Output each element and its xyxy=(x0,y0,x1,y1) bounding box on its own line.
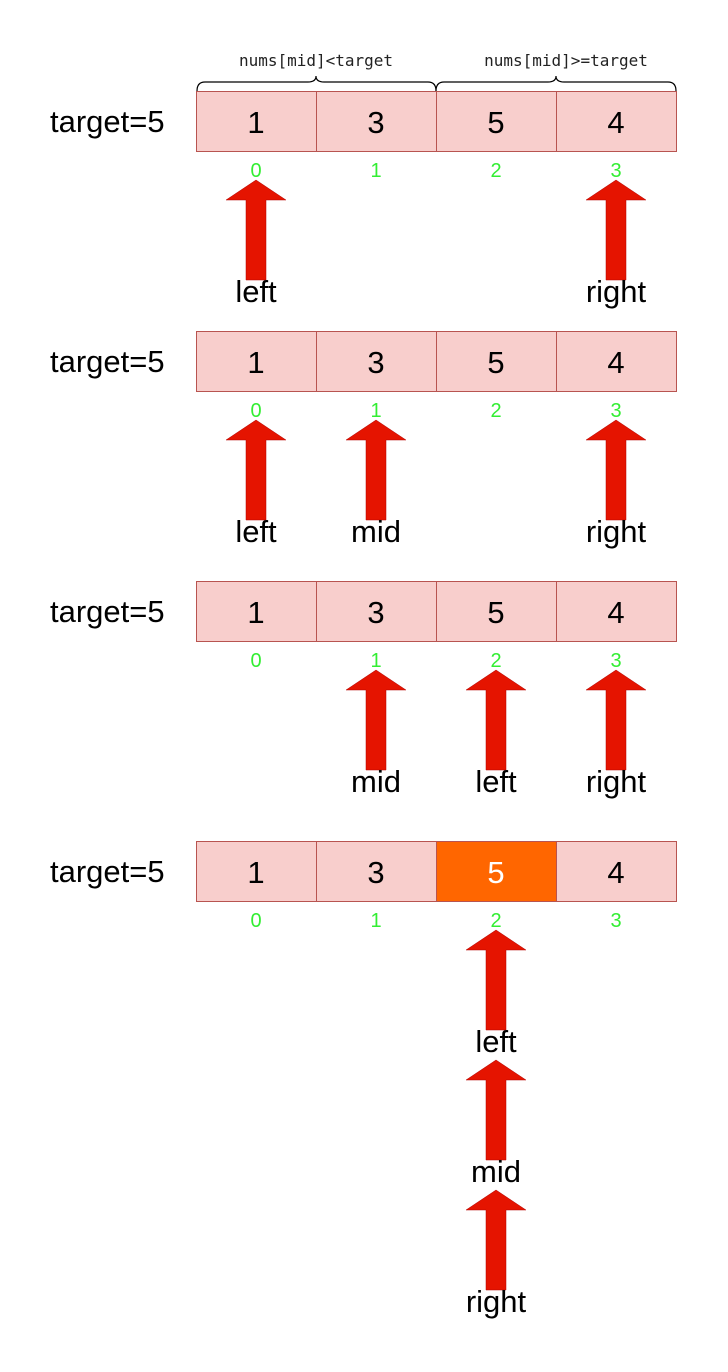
condition-less-than-label: nums[mid]<target xyxy=(239,51,393,70)
index-label: 3 xyxy=(610,650,621,672)
pointer-label-right: right xyxy=(466,1284,527,1319)
pointer-arrow-mid xyxy=(345,419,407,521)
cell-value: 1 xyxy=(247,595,264,630)
cell-value: 3 xyxy=(367,345,384,380)
condition-braces: nums[mid]<target nums[mid]>=target xyxy=(196,51,677,92)
condition-greater-equal-label: nums[mid]>=target xyxy=(484,51,648,70)
pointer-label-left: left xyxy=(235,274,277,309)
pointer-arrow-mid xyxy=(345,669,407,771)
step-1: target=5 1 0 3 1 5 2 4 3 left right xyxy=(50,91,677,309)
pointer-arrow-right xyxy=(465,1189,527,1291)
cell-value: 3 xyxy=(367,855,384,890)
brace-right xyxy=(435,75,677,92)
pointer-label-left: left xyxy=(475,1024,517,1059)
target-label: target=5 xyxy=(50,344,165,379)
cell-value: 3 xyxy=(367,595,384,630)
index-label: 2 xyxy=(490,160,501,182)
pointer-arrow-left xyxy=(225,419,287,521)
step-3: target=5 1 0 3 1 5 2 4 3 mid left right xyxy=(50,581,677,799)
pointer-label-right: right xyxy=(586,274,647,309)
pointer-arrow-left xyxy=(465,669,527,771)
index-label: 0 xyxy=(250,400,261,422)
cell-value: 5 xyxy=(487,345,504,380)
index-label: 1 xyxy=(370,160,381,182)
pointer-label-mid: mid xyxy=(351,514,401,549)
pointer-label-right: right xyxy=(586,514,647,549)
target-label: target=5 xyxy=(50,594,165,629)
index-label: 2 xyxy=(490,650,501,672)
pointer-label-left: left xyxy=(475,764,517,799)
cell-value: 1 xyxy=(247,855,264,890)
index-label: 2 xyxy=(490,910,501,932)
cell-value: 4 xyxy=(607,105,624,140)
index-label: 2 xyxy=(490,400,501,422)
cell-value: 4 xyxy=(607,595,624,630)
pointer-arrow-mid xyxy=(465,1059,527,1161)
index-label: 3 xyxy=(610,910,621,932)
target-label: target=5 xyxy=(50,854,165,889)
index-label: 3 xyxy=(610,400,621,422)
pointer-label-mid: mid xyxy=(351,764,401,799)
cell-value: 5 xyxy=(487,105,504,140)
index-label: 0 xyxy=(250,650,261,672)
cell-value: 5 xyxy=(487,855,504,890)
step-2: target=5 1 0 3 1 5 2 4 3 left mid right xyxy=(50,331,677,549)
target-label: target=5 xyxy=(50,104,165,139)
pointer-label-right: right xyxy=(586,764,647,799)
cell-value: 1 xyxy=(247,105,264,140)
cell-value: 4 xyxy=(607,345,624,380)
index-label: 0 xyxy=(250,160,261,182)
binary-search-diagram: nums[mid]<target nums[mid]>=target targe… xyxy=(50,51,677,1319)
pointer-arrow-right xyxy=(585,419,647,521)
index-label: 1 xyxy=(370,910,381,932)
pointer-arrow-right xyxy=(585,669,647,771)
cell-value: 4 xyxy=(607,855,624,890)
pointer-label-mid: mid xyxy=(471,1154,521,1189)
index-label: 3 xyxy=(610,160,621,182)
pointer-label-left: left xyxy=(235,514,277,549)
index-label: 0 xyxy=(250,910,261,932)
pointer-arrow-left xyxy=(465,929,527,1031)
cell-value: 3 xyxy=(367,105,384,140)
pointer-arrow-right xyxy=(585,179,647,281)
brace-left xyxy=(196,75,437,92)
step-4: target=5 1 0 3 1 5 2 4 3 left mid right xyxy=(50,841,677,1319)
pointer-arrow-left xyxy=(225,179,287,281)
index-label: 1 xyxy=(370,650,381,672)
index-label: 1 xyxy=(370,400,381,422)
cell-value: 1 xyxy=(247,345,264,380)
cell-value: 5 xyxy=(487,595,504,630)
